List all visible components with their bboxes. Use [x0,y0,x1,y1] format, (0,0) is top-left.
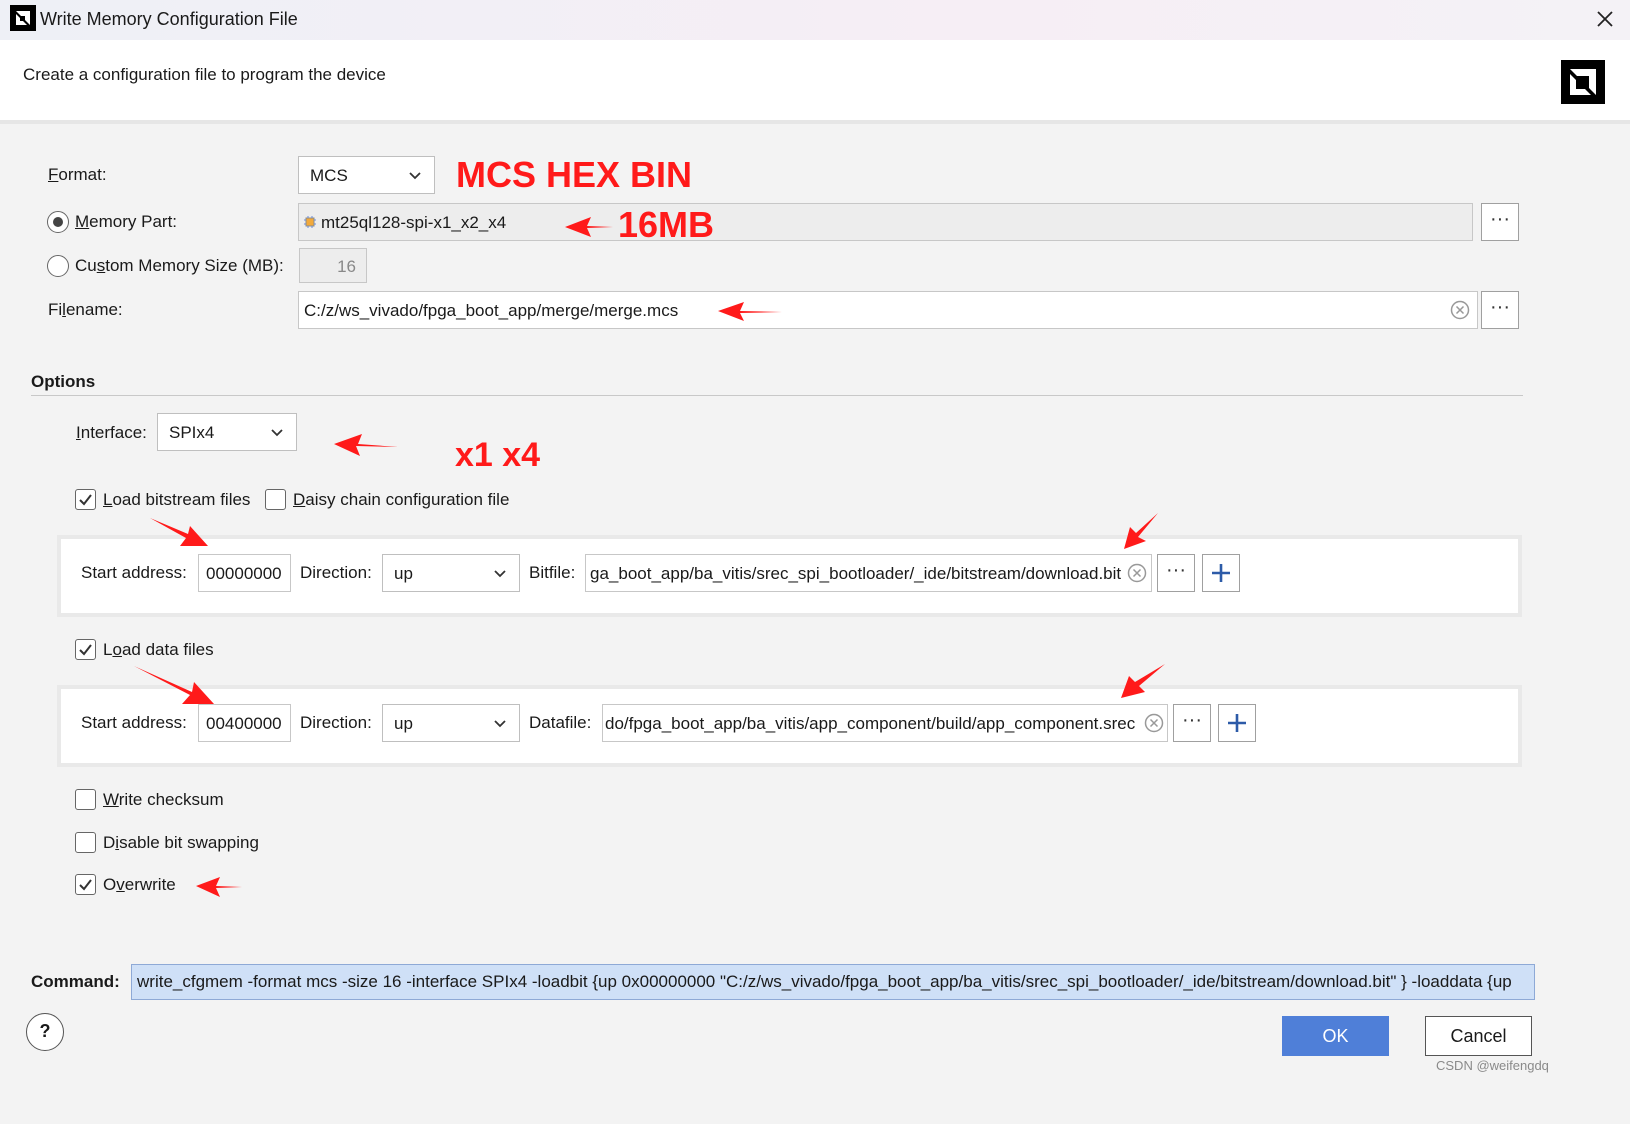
annotation-arrow [1124,513,1158,549]
data-direction-dropdown[interactable]: up [382,704,520,742]
annotation-arrow [196,877,242,897]
datafile-label: Datafile: [529,713,592,732]
app-logo-icon [10,5,36,31]
add-datafile-button[interactable] [1218,704,1256,742]
memory-part-field[interactable]: mt25ql128-spi-x1_x2_x4 [298,203,1473,241]
command-value: write_cfgmem -format mcs -size 16 -inter… [137,972,1512,991]
bit-start-address-input[interactable]: 00000000 [198,554,291,592]
data-direction-value: up [394,714,413,733]
interface-value: SPIx4 [169,423,215,442]
format-value: MCS [310,166,348,185]
options-divider [31,395,1523,396]
filename-browse-button[interactable]: ··· [1481,291,1519,329]
daisy-chain-label: Daisy chain configuration file [293,490,510,509]
bit-direction-dropdown[interactable]: up [382,554,520,592]
chip-icon [304,216,316,228]
custom-size-radio[interactable] [47,255,69,277]
watermark: CSDN @weifengdq [1436,1058,1549,1073]
annotation-arrow [150,518,208,546]
load-data-label: Load data files [103,640,214,659]
bitfile-input[interactable]: ga_boot_app/ba_vitis/srec_spi_bootloader… [585,554,1152,592]
bitfile-value: ga_boot_app/ba_vitis/srec_spi_bootloader… [590,564,1122,583]
custom-size-field[interactable]: 16 [299,248,367,283]
command-label: Command: [31,972,120,991]
plus-icon [1212,564,1230,582]
overwrite-checkbox[interactable] [75,874,96,895]
clear-icon[interactable] [1127,563,1147,583]
help-button[interactable]: ? [26,1013,64,1051]
clear-icon[interactable] [1144,713,1164,733]
memory-part-label: Memory Part: [75,212,178,231]
data-direction-label: Direction: [300,713,372,732]
disable-bit-swapping-label: Disable bit swapping [103,833,259,852]
annotation-size: 16MB [618,204,715,245]
command-field[interactable]: write_cfgmem -format mcs -size 16 -inter… [131,964,1535,1000]
annotation-arrow [334,434,398,456]
write-checksum-label: Write checksum [103,790,224,809]
chevron-down-icon [494,570,506,578]
options-heading: Options [31,372,96,391]
annotation-arrow [718,302,782,321]
memory-part-radio[interactable] [47,211,69,233]
clear-icon[interactable] [1450,300,1470,320]
filename-value: C:/z/ws_vivado/fpga_boot_app/merge/merge… [304,301,679,320]
dialog-subtitle: Create a configuration file to program t… [23,65,386,84]
datafile-value: do/fpga_boot_app/ba_vitis/app_component/… [605,714,1136,733]
add-bitfile-button[interactable] [1202,554,1240,592]
bit-direction-label: Direction: [300,563,372,582]
plus-icon [1228,714,1246,732]
disable-bit-swapping-checkbox[interactable] [75,832,96,853]
amd-logo-icon [1561,60,1605,104]
annotation-arrow [1121,664,1165,698]
bitfile-browse-button[interactable]: ··· [1157,554,1195,592]
memory-part-browse-button[interactable]: ··· [1481,203,1519,241]
chevron-down-icon [271,429,283,437]
overwrite-label: Overwrite [103,875,176,894]
datafile-browse-button[interactable]: ··· [1173,704,1211,742]
daisy-chain-checkbox[interactable] [265,489,286,510]
format-dropdown[interactable]: MCS [298,156,435,194]
annotation-interfaces: x1 x4 [455,436,541,474]
window-title: Write Memory Configuration File [40,9,298,29]
bit-start-value: 00000000 [206,564,282,583]
ok-button[interactable]: OK [1282,1016,1389,1056]
load-bitstream-label: Load bitstream files [103,490,251,509]
data-start-label: Start address: [81,713,187,732]
write-checksum-checkbox[interactable] [75,789,96,810]
format-label: Format: [48,165,107,184]
custom-size-label: Custom Memory Size (MB): [75,256,284,275]
bitfile-label: Bitfile: [529,563,576,582]
annotation-arrow [134,666,214,704]
bit-direction-value: up [394,564,413,583]
load-bitstream-checkbox[interactable] [75,489,96,510]
custom-size-value: 16 [337,257,356,276]
cancel-button[interactable]: Cancel [1425,1016,1532,1056]
chevron-down-icon [494,720,506,728]
filename-label: Filename: [48,300,123,319]
filename-field[interactable]: C:/z/ws_vivado/fpga_boot_app/merge/merge… [298,291,1478,329]
close-icon[interactable] [1590,4,1620,34]
bit-start-label: Start address: [81,563,187,582]
data-start-value: 00400000 [206,714,282,733]
chevron-down-icon [409,172,421,180]
interface-dropdown[interactable]: SPIx4 [157,413,297,451]
memory-part-value: mt25ql128-spi-x1_x2_x4 [321,213,507,232]
data-start-address-input[interactable]: 00400000 [198,704,291,742]
annotation-arrow [565,217,613,237]
datafile-input[interactable]: do/fpga_boot_app/ba_vitis/app_component/… [602,704,1168,742]
interface-label: Interface: [76,423,147,442]
annotation-formats: MCS HEX BIN [456,154,693,195]
load-data-checkbox[interactable] [75,639,96,660]
